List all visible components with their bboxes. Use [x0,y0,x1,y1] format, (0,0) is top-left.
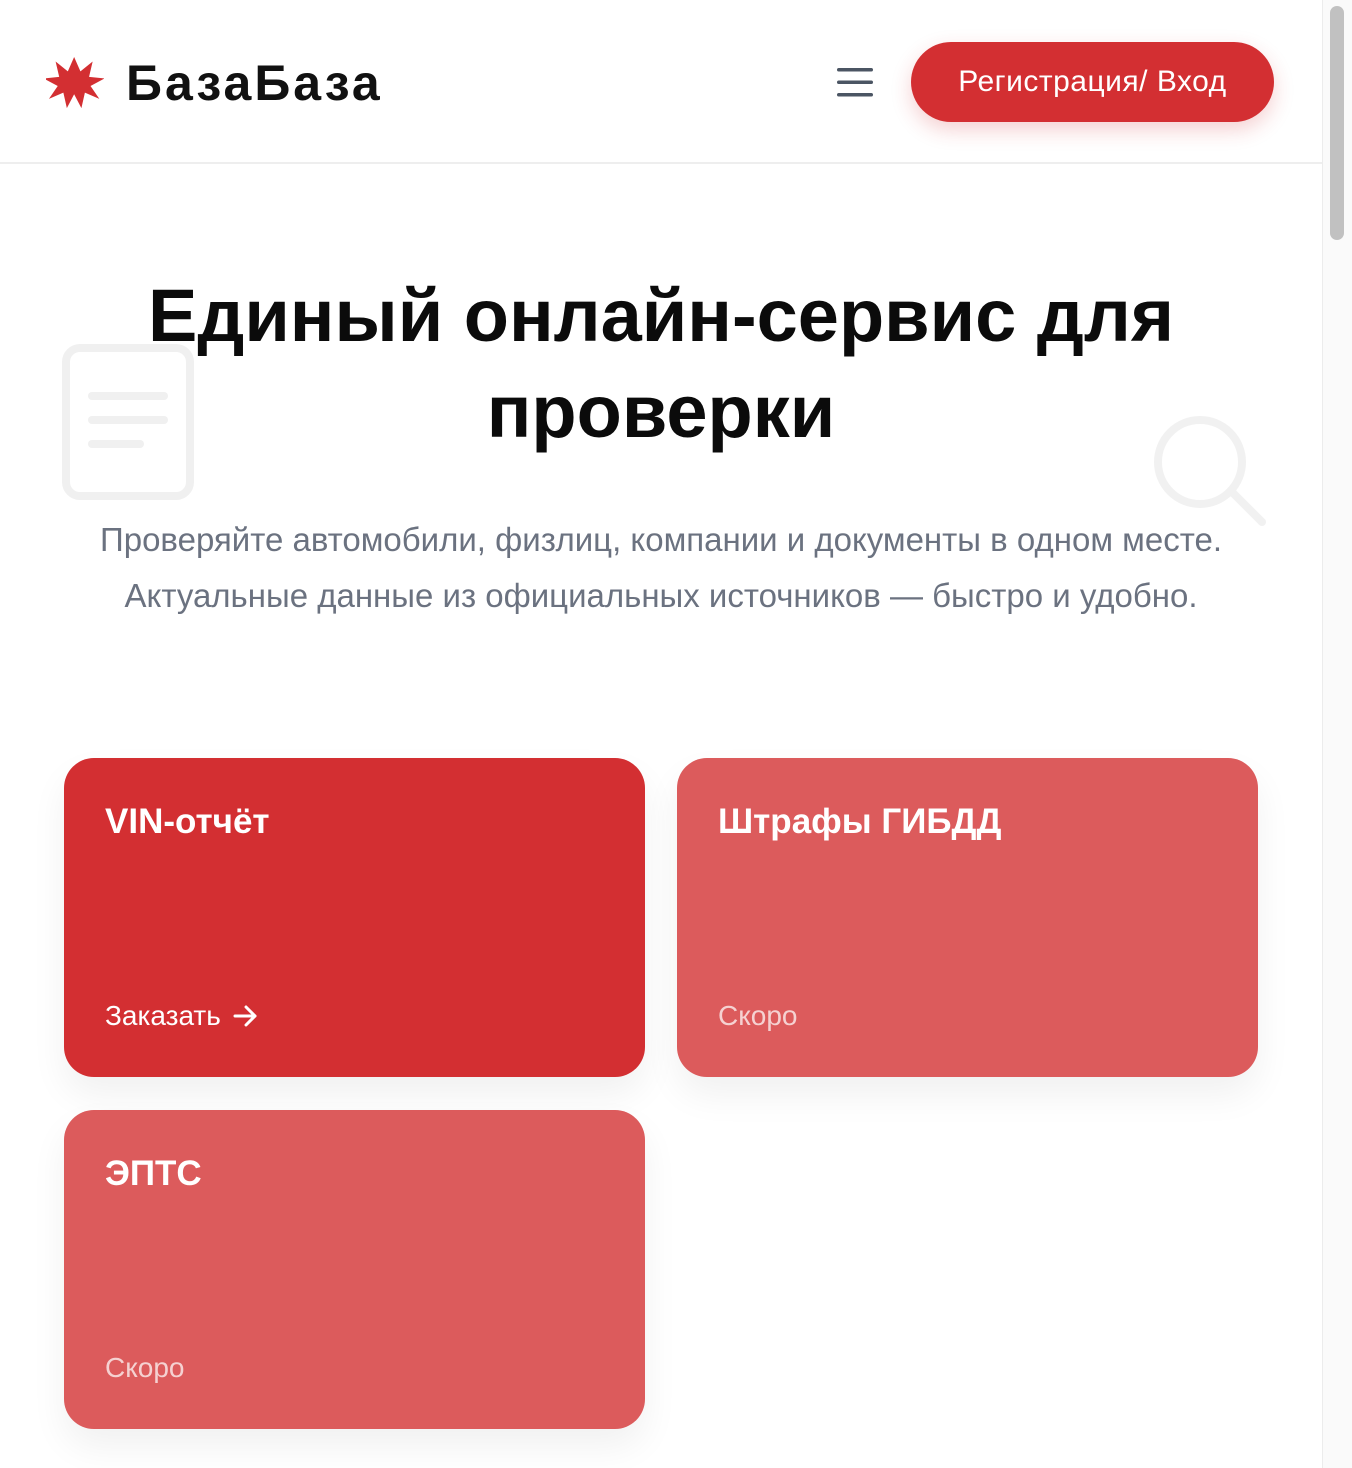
register-login-button[interactable]: Регистрация/ Вход [911,42,1274,122]
hamburger-menu-icon[interactable] [830,62,880,102]
hero-subtitle: Проверяйте автомобили, физлиц, компании … [100,521,1222,614]
hero-title: Единый онлайн-сервис для проверки [147,274,1175,453]
vertical-scrollbar[interactable] [1322,0,1352,1468]
service-card-epts[interactable]: ЭПТС Скоро [64,1110,645,1429]
logo-text: БазаБаза [126,55,383,111]
service-card-vin-report[interactable]: VIN-отчёт Заказать [64,758,645,1077]
logo-link[interactable]: БазаБаза [46,54,383,112]
card-title: Штрафы ГИБДД [718,802,1002,841]
arrow-right-icon [233,1005,257,1027]
scrollbar-thumb[interactable] [1330,6,1344,240]
card-title: ЭПТС [105,1154,202,1193]
order-link-label: Заказать [105,1000,221,1031]
site-header: БазаБаза Регистрация/ Вход [0,0,1322,164]
coming-soon-label: Скоро [105,1352,185,1383]
order-link[interactable]: Заказать [105,1000,259,1032]
logo-star-icon [46,56,104,109]
service-card-traffic-fines[interactable]: Штрафы ГИБДД Скоро [677,758,1258,1077]
card-title: VIN-отчёт [105,802,270,841]
coming-soon-label: Скоро [718,1000,798,1031]
